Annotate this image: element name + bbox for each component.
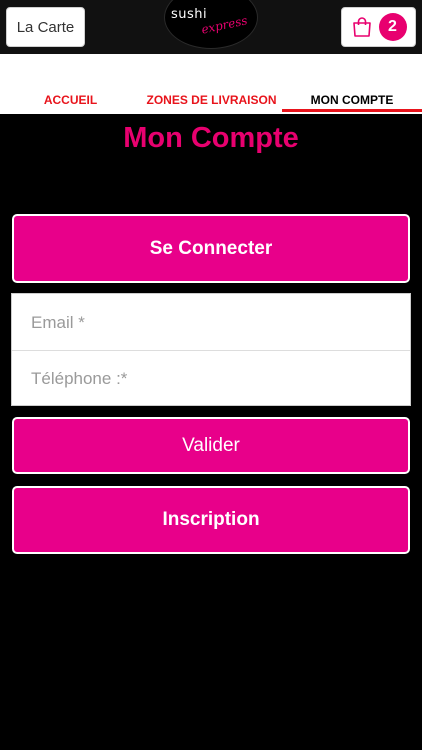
page-title: Mon Compte (123, 122, 299, 154)
email-field[interactable] (12, 295, 410, 350)
tab-accueil[interactable]: ACCUEIL (0, 92, 141, 112)
top-bar: La Carte sushi express 2 (0, 0, 422, 54)
sushi-express-logo[interactable]: sushi express (164, 0, 258, 49)
phone-field[interactable] (12, 351, 410, 406)
se-connecter-button[interactable]: Se Connecter (12, 214, 410, 283)
login-form (11, 293, 411, 406)
cart-button[interactable]: 2 (341, 7, 416, 47)
logo-wordmark: sushi (171, 7, 208, 22)
tab-mon-compte[interactable]: MON COMPTE (282, 92, 422, 112)
valider-button[interactable]: Valider (12, 417, 410, 474)
tab-zones-de-livraison[interactable]: ZONES DE LIVRAISON (141, 92, 282, 112)
shopping-bag-icon (351, 16, 373, 38)
la-carte-button[interactable]: La Carte (6, 7, 85, 47)
logo-script: express (200, 13, 249, 37)
cart-count-badge: 2 (378, 13, 407, 41)
inscription-button[interactable]: Inscription (12, 486, 410, 554)
